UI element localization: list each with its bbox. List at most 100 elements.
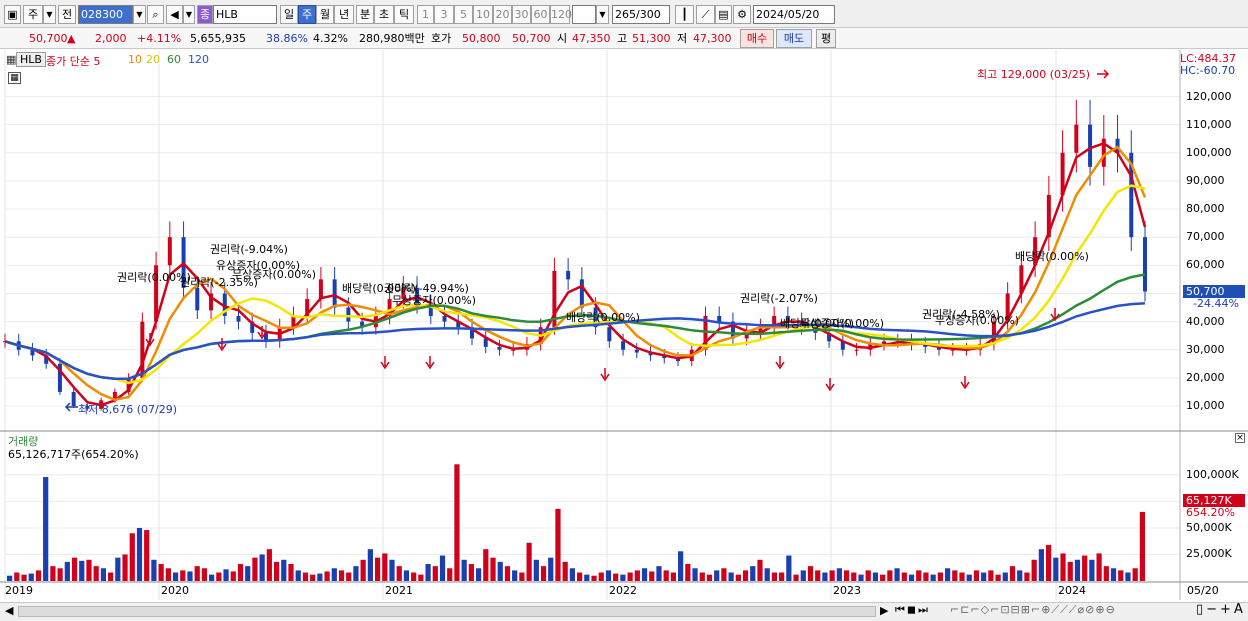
x-label-end: 05/20 <box>1187 584 1219 597</box>
volume-bar <box>230 571 236 581</box>
volume-bar <box>1139 511 1145 581</box>
volume-bar <box>512 570 518 581</box>
candle-type-icon[interactable]: ┃ <box>675 5 694 24</box>
minute-5-label: 5 <box>460 8 467 21</box>
gear-icon[interactable]: ⚙ <box>733 5 751 24</box>
stock-code-input[interactable]: 028300 <box>78 5 133 24</box>
volume-value-label: 65,126,717주(654.20%) <box>8 448 139 461</box>
ma-legend-title: 종가 단순 5 <box>46 55 101 68</box>
volume-bar <box>411 572 417 581</box>
drawing-tools-icon[interactable]: ⌐⊏⌐◇⌐⊡⊟⊞⌐⊕⟋⟋⟋⌀⊘⊕⊖ <box>950 603 1116 617</box>
period-type-select[interactable]: 주 <box>23 5 43 24</box>
volume-bar <box>360 559 366 581</box>
volume-bar <box>526 542 532 581</box>
volume-value: 5,655,935 <box>190 32 246 45</box>
scroll-thumb[interactable] <box>18 606 876 617</box>
volume-bar <box>194 566 200 581</box>
candle-body <box>483 338 488 347</box>
save-icon[interactable]: ▤ <box>715 5 732 24</box>
volume-bar <box>1074 559 1081 581</box>
x-label-2020: 2020 <box>161 584 189 597</box>
volume-bar <box>519 572 525 581</box>
period-month-button[interactable]: 월 <box>316 5 334 24</box>
date-field[interactable]: 2024/05/20 <box>753 5 835 24</box>
scroll-left-icon[interactable]: ◀ <box>5 604 13 617</box>
playback-controls[interactable]: ⏮◼⏭ <box>895 603 930 617</box>
bid-label: 호가 <box>431 32 452 45</box>
volume-bar <box>281 559 287 581</box>
interval-field[interactable] <box>572 5 596 24</box>
speaker-dropdown-icon[interactable]: ▼ <box>183 5 195 24</box>
volume-bar <box>649 571 655 581</box>
volume-bar <box>706 574 713 581</box>
volume-bar <box>605 570 612 581</box>
sell-button[interactable]: 매도 <box>776 29 812 48</box>
event-note: 권리락(-9.04%) <box>210 243 288 256</box>
search-icon[interactable]: ⌕ <box>147 5 164 24</box>
minute-3-button[interactable]: 3 <box>434 5 454 24</box>
minute-5-button[interactable]: 5 <box>454 5 473 24</box>
minute-120-button[interactable]: 120 <box>550 5 572 24</box>
minute-60-button[interactable]: 60 <box>531 5 550 24</box>
ma20-legend: 20 <box>146 53 160 66</box>
minute-20-label: 20 <box>495 8 510 21</box>
period-minute-button[interactable]: 분 <box>356 5 374 24</box>
minute-30-button[interactable]: 30 <box>512 5 531 24</box>
minute-10-button[interactable]: 10 <box>473 5 493 24</box>
volume-bar <box>1089 559 1095 581</box>
draw-tool-icon[interactable]: ⟋ <box>696 5 715 24</box>
volume-bar <box>591 575 597 581</box>
code-tag: HLB <box>16 52 46 67</box>
candle-body <box>497 346 502 350</box>
zoom-controls[interactable]: ▯−+A <box>1196 602 1246 617</box>
ask-price: 50,800 <box>462 32 501 45</box>
event-note: 무상증자(0.00%) <box>935 314 1020 327</box>
period-day-button[interactable]: 일 <box>280 5 298 24</box>
minute-20-button[interactable]: 20 <box>493 5 512 24</box>
price-tick-label: 20,000 <box>1186 370 1225 384</box>
volume-bar <box>569 568 575 581</box>
period-tick-button[interactable]: 틱 <box>394 5 414 24</box>
period-year-button[interactable]: 년 <box>334 5 354 24</box>
code-dropdown-icon[interactable]: ▼ <box>133 5 146 24</box>
volume-bar <box>930 574 936 581</box>
volume-bar <box>50 566 56 581</box>
volume-bar <box>259 554 265 581</box>
count-field[interactable]: 265/300 <box>612 5 670 24</box>
volume-bar <box>497 561 503 581</box>
bid-price: 50,700 <box>512 32 551 45</box>
volume-bar <box>64 561 70 581</box>
speaker-icon[interactable]: ◀ <box>166 5 183 24</box>
volume-bar <box>71 557 78 581</box>
period-day-label: 일 <box>283 8 295 21</box>
volume-bar <box>887 570 893 581</box>
ratio-2: 4.32% <box>313 32 348 45</box>
volume-bar <box>454 464 460 581</box>
stock-name-field[interactable]: HLB <box>213 5 277 24</box>
volume-bar <box>1024 572 1030 581</box>
minute-1-label: 1 <box>422 8 429 21</box>
stock-chart[interactable] <box>0 50 1248 621</box>
period-second-button[interactable]: 초 <box>374 5 394 24</box>
period-year-label: 년 <box>338 8 350 21</box>
flat-button[interactable]: 평 <box>816 29 836 48</box>
period-type-dropdown-icon[interactable]: ▼ <box>43 5 56 24</box>
minute-1-button[interactable]: 1 <box>417 5 434 24</box>
minute-30-label: 30 <box>514 8 529 21</box>
prev-button[interactable]: 전 <box>58 5 76 24</box>
interval-dropdown-icon[interactable]: ▼ <box>596 5 609 24</box>
buy-button[interactable]: 매수 <box>740 29 774 48</box>
volume-bar <box>295 570 301 581</box>
event-note: 무상증자(0.00%) <box>232 268 317 281</box>
period-tick-label: 틱 <box>398 8 410 21</box>
close-icon[interactable]: × <box>1235 433 1245 443</box>
table-icon[interactable]: ▦ <box>8 72 21 84</box>
scroll-right-icon[interactable]: ▶ <box>880 604 888 617</box>
window-icon[interactable]: ▣ <box>4 5 21 24</box>
period-week-button[interactable]: 주 <box>298 5 316 24</box>
candle-body <box>442 315 447 322</box>
volume-bar <box>338 570 345 581</box>
panel-icon[interactable]: ▦ <box>6 53 16 66</box>
volume-bar <box>367 549 373 581</box>
volume-bar <box>403 570 410 581</box>
